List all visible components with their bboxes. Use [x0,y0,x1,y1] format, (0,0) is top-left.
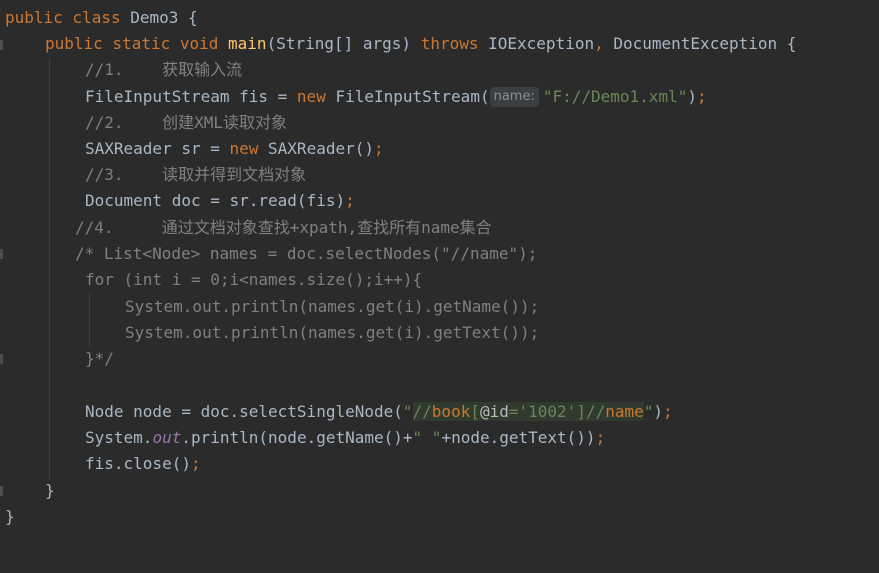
code-token: @id [479,402,509,421]
code-token: [ [470,402,480,421]
code-token: } [45,481,55,500]
code-line[interactable]: //2. 创建XML读取对象 [85,110,287,136]
code-token: ) [687,87,697,106]
code-token: for (int i = 0;i<names.size();i++){ [85,270,423,289]
code-token: ; [345,191,355,210]
code-line[interactable]: Node node = doc.selectSingleNode("//book… [85,399,673,425]
code-line[interactable]: } [5,504,15,530]
code-token: ; [696,87,707,106]
code-token: " [402,402,413,421]
code-token: , [594,34,614,53]
code-token: IOException [488,34,595,53]
code-line[interactable]: Document doc = sr.read(fis); [85,188,355,214]
code-token: } [5,507,15,526]
code-token: DocumentException { [613,34,797,53]
code-line[interactable]: for (int i = 0;i<names.size();i++){ [85,267,422,293]
code-token: //2. 创建XML读取对象 [85,113,287,132]
code-token: ]// [576,402,606,421]
code-token: // [412,402,432,421]
fold-marker[interactable] [0,249,3,259]
code-token: new [229,139,269,158]
code-line[interactable]: }*/ [85,346,114,372]
fold-marker[interactable] [0,486,3,496]
code-token: name [605,402,644,421]
code-line[interactable]: //1. 获取输入流 [85,57,242,83]
code-token: out [152,428,182,447]
code-token: //1. 获取输入流 [85,60,243,79]
code-line[interactable]: public class Demo3 { [5,5,198,31]
code-editor[interactable]: public class Demo3 {public static void m… [0,0,879,573]
code-line[interactable]: SAXReader sr = new SAXReader(); [85,136,384,162]
indent-guide [49,58,50,480]
code-token: ; [595,428,606,447]
code-line[interactable]: System.out.println(names.get(i).getName(… [125,294,539,320]
code-token: FileInputStream fis = [85,87,297,106]
code-token: +node.getText()) [441,428,596,447]
code-line[interactable]: System.out.println(names.get(i).getText(… [125,320,539,346]
code-line[interactable]: //4. 通过文档对象查找+xpath,查找所有name集合 [75,215,492,241]
code-line[interactable]: fis.close(); [85,451,201,477]
indent-guide [89,294,90,346]
code-token: public static void [45,34,229,53]
code-token: ) [653,402,664,421]
code-token: }*/ [85,349,114,368]
code-token: main [228,34,267,53]
code-token: ; [374,139,384,158]
code-token: Node node = doc.selectSingleNode( [85,402,403,421]
code-line[interactable]: FileInputStream fis = new FileInputStrea… [85,84,707,110]
code-token: //4. 通过文档对象查找+xpath,查找所有name集合 [75,218,492,237]
code-token: SAXReader sr = [85,139,230,158]
code-token: ; [663,402,673,421]
code-line[interactable]: /* List<Node> names = doc.selectNodes("/… [75,241,537,267]
code-token: FileInputStream( [335,87,490,106]
code-line[interactable]: System.out.println(node.getName()+" "+no… [85,425,605,451]
code-token: //3. 读取并得到文档对象 [85,165,307,184]
code-token: System.out.println(names.get(i).getName(… [125,297,540,316]
code-token: = [508,402,519,421]
code-token: System.out.println(names.get(i).getText(… [125,323,540,342]
code-token: SAXReader() [268,139,374,158]
code-token: /* List<Node> names = doc.selectNodes("/… [75,244,538,263]
fold-marker[interactable] [0,354,3,364]
code-token: "F://Demo1.xml" [542,87,688,106]
parameter-hint: name: [489,87,539,107]
code-token: (String[] args) [266,34,421,53]
code-token: " [643,402,654,421]
code-line[interactable]: } [45,478,55,504]
code-token: System. [85,428,153,447]
code-token: fis.close() [85,454,191,473]
code-token: new [296,87,336,106]
code-token: '1002' [518,402,577,421]
code-line[interactable]: public static void main(String[] args) t… [45,31,796,57]
code-token: throws [420,34,489,53]
code-token: " " [412,428,442,447]
code-token: Document doc = sr.read(fis) [85,191,346,210]
fold-marker[interactable] [0,40,3,50]
code-token: book [431,402,471,421]
code-token: ; [190,454,201,473]
code-token: .println(node.getName()+ [181,428,413,447]
code-line[interactable]: //3. 读取并得到文档对象 [85,162,306,188]
code-token: Demo3 { [130,8,198,27]
code-token: public class [5,8,131,27]
